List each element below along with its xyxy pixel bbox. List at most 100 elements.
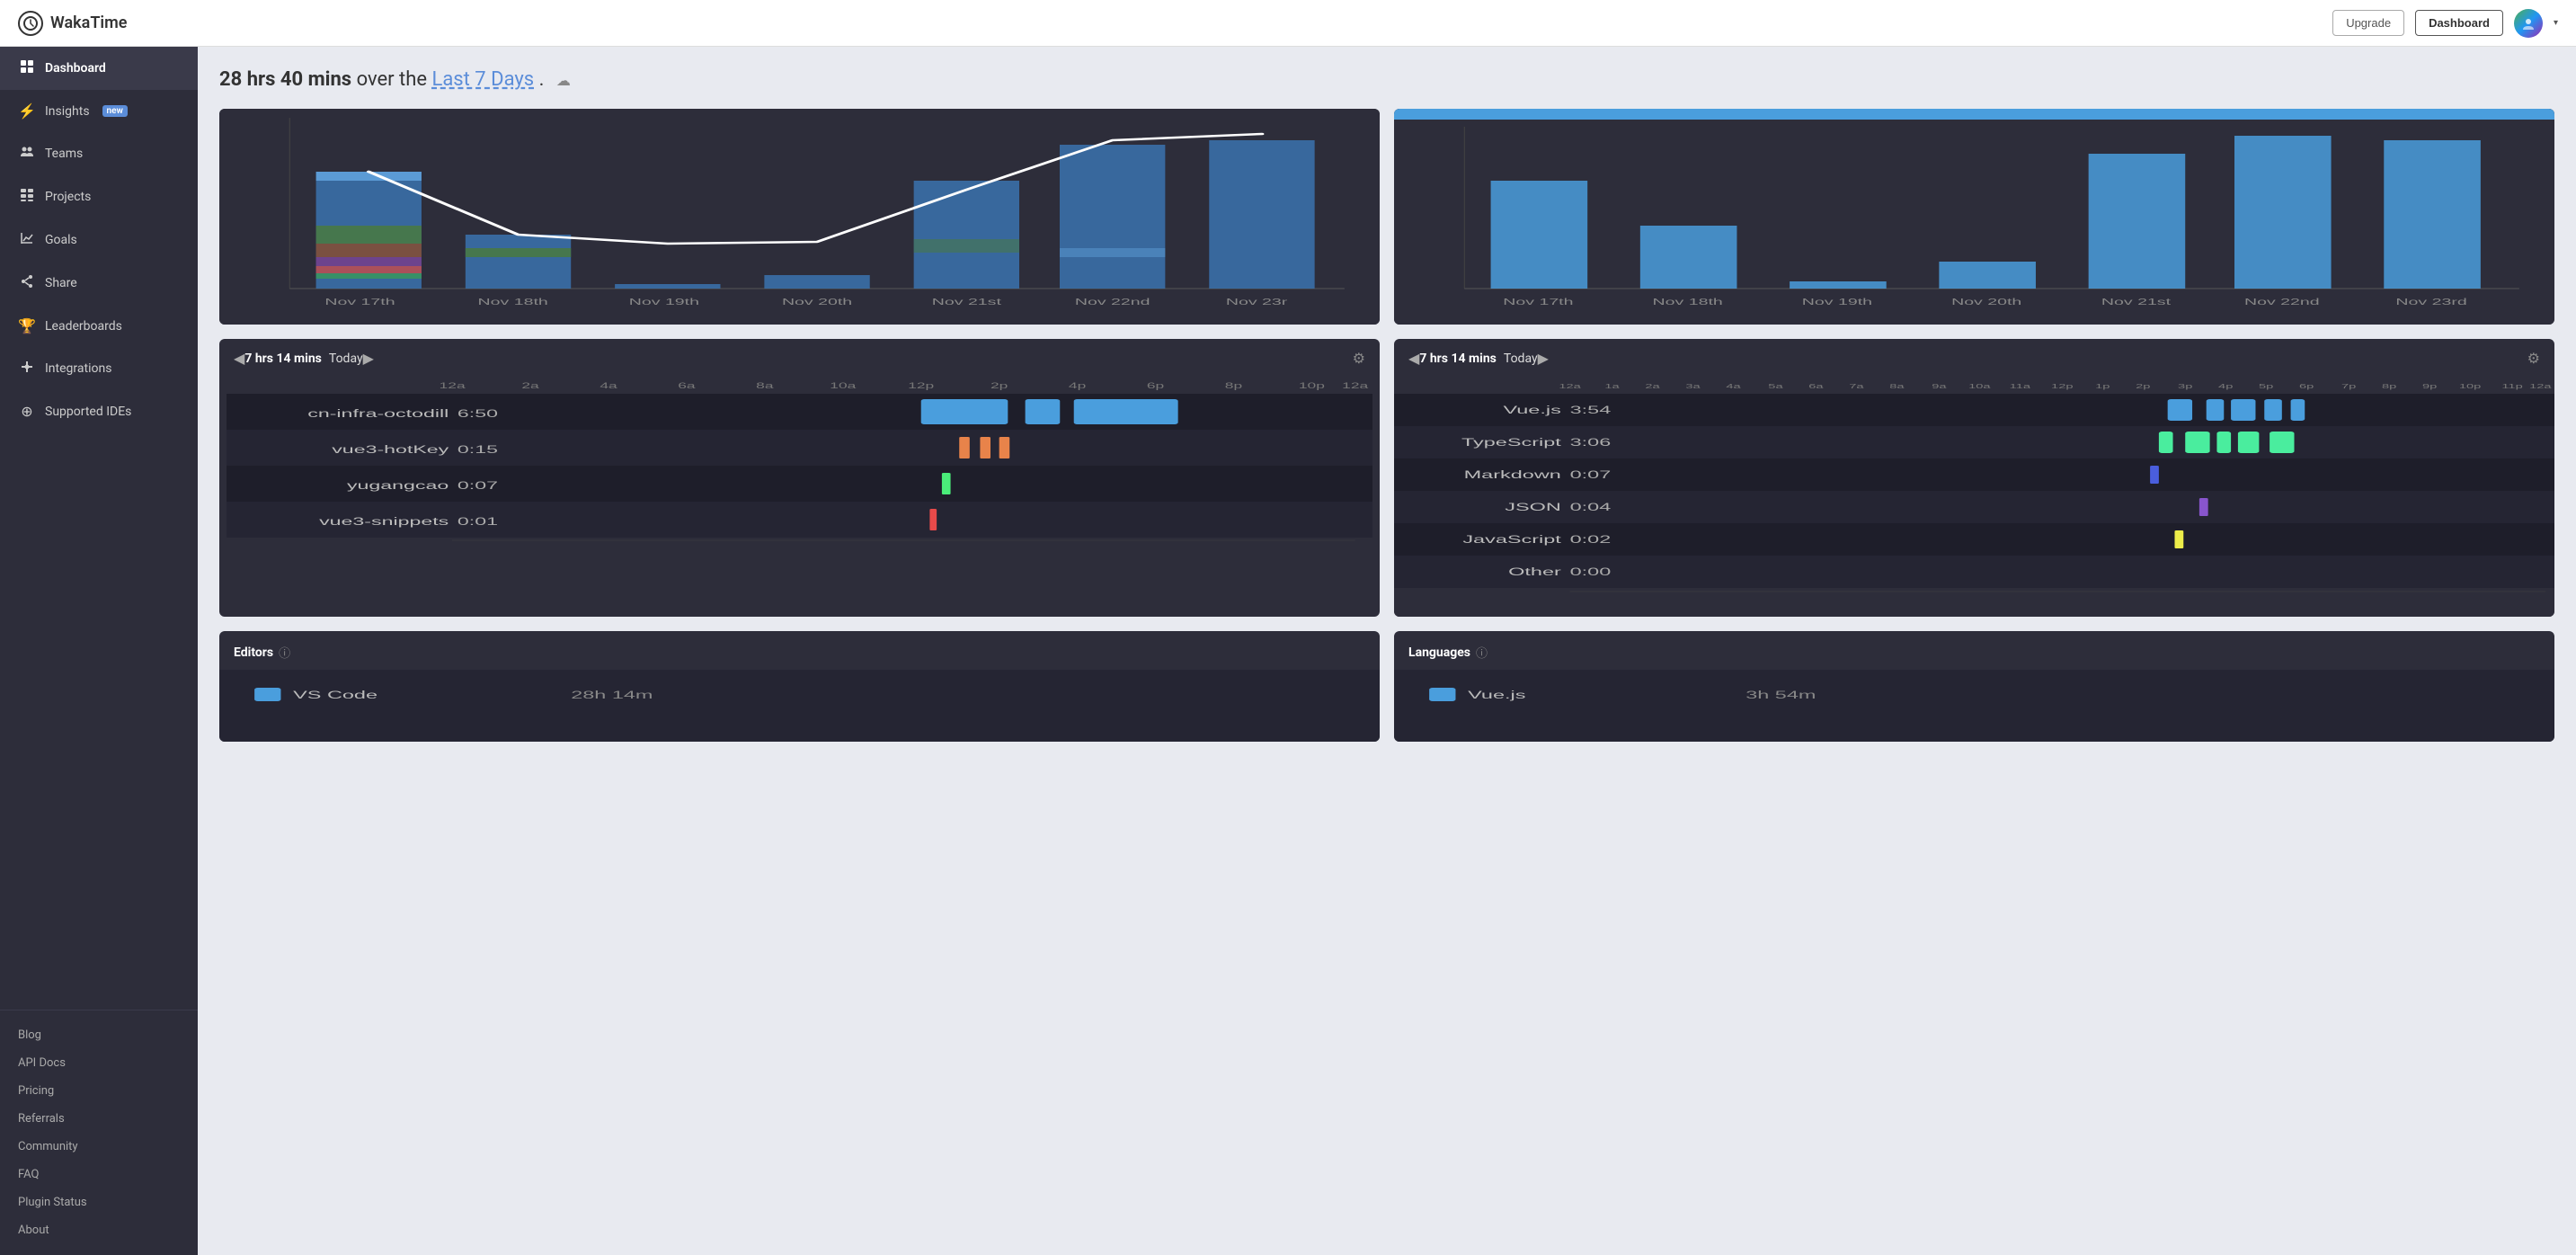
- svg-text:Nov 23rd: Nov 23rd: [2395, 298, 2466, 307]
- sidebar-footer-blog[interactable]: Blog: [0, 1021, 198, 1049]
- teams-icon: [18, 145, 36, 163]
- summary-time: 28 hrs 40 mins: [219, 68, 351, 91]
- activity-period-right: Today: [1504, 352, 1538, 366]
- svg-text:cn-infra-octodill: cn-infra-octodill: [307, 407, 449, 420]
- next-arrow-right[interactable]: ▶: [1538, 350, 1549, 367]
- activity-title-left: 7 hrs 14 mins Today: [244, 352, 362, 366]
- svg-text:12a: 12a: [1559, 383, 1581, 390]
- svg-text:1a: 1a: [1604, 383, 1620, 390]
- svg-text:10a: 10a: [830, 381, 856, 390]
- svg-text:10a: 10a: [1968, 383, 1991, 390]
- svg-text:6p: 6p: [1147, 381, 1165, 390]
- languages-activity-chart: ◀ 7 hrs 14 mins Today ▶ ⚙ 12a 1a: [1394, 339, 2554, 617]
- svg-text:vue3-snippets: vue3-snippets: [319, 515, 449, 528]
- languages-info-icon[interactable]: ⓘ: [1476, 644, 1488, 661]
- summary-dot: .: [539, 68, 545, 91]
- sidebar-item-label: Leaderboards: [45, 319, 122, 334]
- sidebar-item-share[interactable]: Share: [0, 262, 198, 305]
- svg-text:Markdown: Markdown: [1464, 468, 1561, 481]
- sidebar-item-projects[interactable]: Projects: [0, 175, 198, 218]
- svg-text:11a: 11a: [2010, 383, 2031, 390]
- svg-text:Nov 21st: Nov 21st: [932, 298, 1002, 307]
- summary-over: over the: [357, 68, 432, 91]
- prev-arrow-left[interactable]: ◀: [234, 350, 244, 367]
- svg-text:0:02: 0:02: [1570, 533, 1612, 546]
- dashboard-button[interactable]: Dashboard: [2415, 10, 2503, 36]
- next-arrow-left[interactable]: ▶: [363, 350, 374, 367]
- svg-text:12a: 12a: [440, 381, 466, 390]
- svg-text:Nov 22nd: Nov 22nd: [2244, 298, 2320, 307]
- sidebar-footer-plugin-status[interactable]: Plugin Status: [0, 1188, 198, 1216]
- sidebar: Dashboard ⚡ Insights new Teams Projects: [0, 47, 198, 1255]
- svg-text:12a: 12a: [1342, 381, 1368, 390]
- svg-text:Other: Other: [1508, 565, 1561, 578]
- sidebar-item-label: Dashboard: [45, 61, 106, 76]
- sidebar-footer-about[interactable]: About: [0, 1216, 198, 1244]
- sidebar-footer-pricing[interactable]: Pricing: [0, 1077, 198, 1105]
- svg-text:TypeScript: TypeScript: [1461, 436, 1562, 449]
- sidebar-item-label: Teams: [45, 147, 83, 161]
- upgrade-button[interactable]: Upgrade: [2332, 10, 2404, 36]
- sidebar-item-label: Share: [45, 276, 77, 290]
- svg-text:10p: 10p: [1299, 381, 1325, 390]
- sidebar-footer-community[interactable]: Community: [0, 1133, 198, 1161]
- editors-header: Editors ⓘ: [219, 631, 1380, 670]
- sidebar-item-label: Goals: [45, 233, 77, 247]
- svg-text:2p: 2p: [2136, 383, 2150, 390]
- leaderboards-icon: 🏆: [18, 317, 36, 334]
- logo-icon: [18, 11, 43, 36]
- sidebar-footer-api-docs[interactable]: API Docs: [0, 1049, 198, 1077]
- sidebar-item-dashboard[interactable]: Dashboard: [0, 47, 198, 90]
- svg-text:9p: 9p: [2422, 383, 2437, 390]
- editors-info-icon[interactable]: ⓘ: [279, 644, 290, 661]
- activity-period-left: Today: [329, 352, 363, 366]
- svg-text:11p: 11p: [2501, 383, 2522, 390]
- svg-text:5p: 5p: [2259, 383, 2273, 390]
- avatar[interactable]: [2514, 9, 2543, 38]
- new-badge: new: [102, 105, 128, 117]
- svg-text:2a: 2a: [521, 381, 539, 390]
- svg-text:0:01: 0:01: [457, 515, 498, 528]
- header-right: Upgrade Dashboard ▾: [2332, 9, 2558, 38]
- gear-icon-left[interactable]: ⚙: [1353, 350, 1365, 367]
- sidebar-footer-faq[interactable]: FAQ: [0, 1161, 198, 1188]
- sidebar-item-supported-ides[interactable]: ⊕ Supported IDEs: [0, 390, 198, 432]
- svg-text:Nov 20th: Nov 20th: [782, 298, 852, 307]
- svg-text:3:06: 3:06: [1570, 436, 1612, 449]
- weekly-bar-chart-left: Nov 17th Nov 18th Nov 19th Nov 20th Nov …: [219, 109, 1380, 325]
- editors-card: Editors ⓘ VS Code 28h 14m: [219, 631, 1380, 742]
- sidebar-item-label: Integrations: [45, 361, 111, 376]
- svg-text:Vue.js: Vue.js: [1504, 404, 1561, 416]
- svg-text:6a: 6a: [1808, 383, 1824, 390]
- dashboard-icon: [18, 59, 36, 77]
- svg-text:2p: 2p: [990, 381, 1008, 390]
- sidebar-item-teams[interactable]: Teams: [0, 132, 198, 175]
- gear-icon-right[interactable]: ⚙: [2527, 350, 2540, 367]
- chevron-down-icon[interactable]: ▾: [2554, 18, 2558, 28]
- svg-text:4p: 4p: [2218, 383, 2233, 390]
- svg-text:8p: 8p: [1225, 381, 1243, 390]
- sidebar-item-label: Supported IDEs: [45, 405, 131, 419]
- sidebar-item-integrations[interactable]: Integrations: [0, 347, 198, 390]
- svg-text:6a: 6a: [678, 381, 696, 390]
- svg-text:yugangcao: yugangcao: [347, 479, 449, 492]
- svg-text:Nov 18th: Nov 18th: [1653, 298, 1723, 307]
- activity-header-right: ◀ 7 hrs 14 mins Today ▶ ⚙: [1394, 339, 2554, 374]
- integrations-icon: [18, 360, 36, 378]
- summary-period-link[interactable]: Last 7 Days: [431, 68, 534, 91]
- sidebar-item-leaderboards[interactable]: 🏆 Leaderboards: [0, 305, 198, 347]
- svg-text:1p: 1p: [2095, 383, 2110, 390]
- svg-text:3a: 3a: [1685, 383, 1701, 390]
- sidebar-item-goals[interactable]: Goals: [0, 218, 198, 262]
- sidebar-item-label: Projects: [45, 190, 91, 204]
- svg-text:4a: 4a: [600, 381, 617, 390]
- svg-text:7a: 7a: [1849, 383, 1864, 390]
- logo-text: WakaTime: [50, 13, 127, 32]
- sidebar-item-insights[interactable]: ⚡ Insights new: [0, 90, 198, 132]
- svg-text:Nov 19th: Nov 19th: [629, 298, 699, 307]
- sidebar-footer-referrals[interactable]: Referrals: [0, 1105, 198, 1133]
- prev-arrow-right[interactable]: ◀: [1408, 350, 1419, 367]
- activity-title-right: 7 hrs 14 mins Today: [1419, 352, 1537, 366]
- svg-text:0:07: 0:07: [457, 479, 498, 492]
- svg-text:0:15: 0:15: [457, 443, 498, 456]
